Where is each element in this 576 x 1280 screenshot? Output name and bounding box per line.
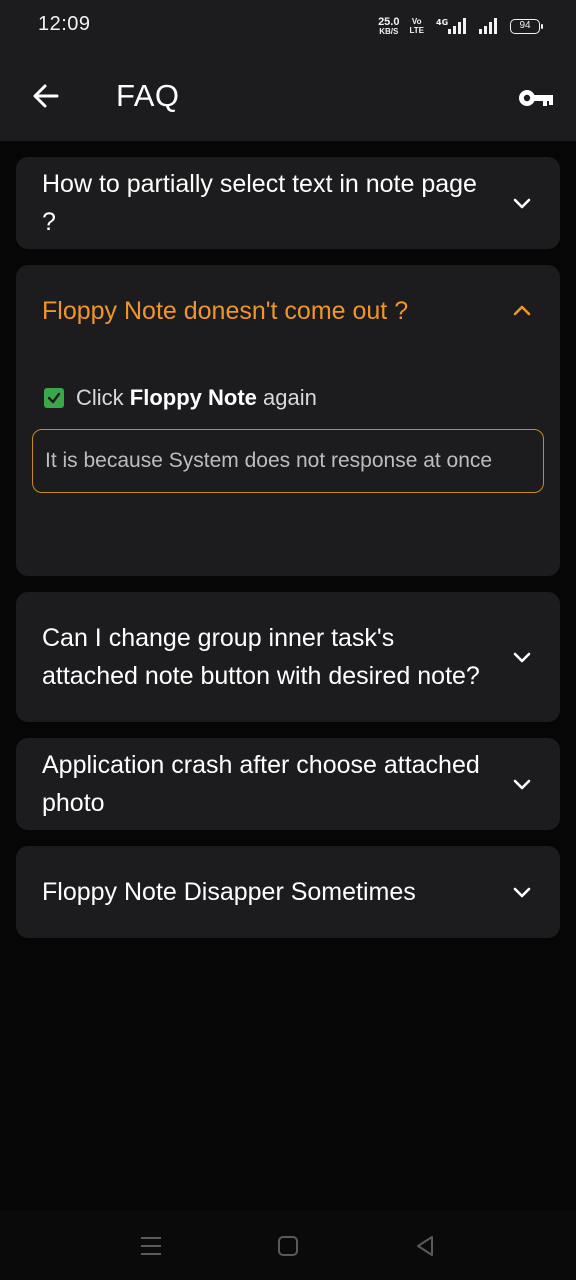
faq-item[interactable]: Can I change group inner task's attached…: [16, 592, 560, 722]
key-button[interactable]: [514, 78, 558, 118]
volte-bottom: LTE: [409, 26, 424, 35]
faq-question: Application crash after choose attached …: [42, 751, 480, 817]
faq-header[interactable]: Application crash after choose attached …: [16, 738, 560, 830]
faq-header[interactable]: Floppy Note Disapper Sometimes: [16, 846, 560, 938]
faq-item[interactable]: Floppy Note Disapper Sometimes: [16, 846, 560, 938]
faq-header[interactable]: How to partially select text in note pag…: [16, 157, 560, 249]
net-speed-value: 25.0: [378, 15, 400, 28]
arrow-left-icon: [33, 84, 59, 108]
faq-item-expanded[interactable]: Floppy Note donesn't come out ? Click Fl…: [16, 265, 560, 576]
battery-icon: 94: [510, 18, 543, 34]
faq-question: Floppy Note donesn't come out ?: [42, 297, 409, 325]
faq-list: How to partially select text in note pag…: [16, 157, 560, 954]
check-icon: [47, 392, 61, 404]
answer-text: Click Floppy Note again: [76, 385, 317, 411]
signal-4g-icon: 4G: [436, 18, 466, 34]
chevron-up-icon[interactable]: [510, 299, 534, 323]
system-nav-bar: [0, 1210, 576, 1280]
chevron-down-icon[interactable]: [510, 191, 534, 215]
checkbox-checked-icon: [44, 388, 64, 408]
faq-header[interactable]: Floppy Note donesn't come out ?: [16, 265, 560, 357]
answer-prefix: Click: [76, 385, 130, 410]
faq-item[interactable]: Application crash after choose attached …: [16, 738, 560, 830]
home-icon[interactable]: [274, 1232, 302, 1260]
answer-bold: Floppy Note: [129, 385, 257, 410]
answer-row: Click Floppy Note again: [16, 385, 560, 411]
page-title: FAQ: [116, 78, 180, 113]
back-triangle-icon[interactable]: [411, 1232, 439, 1260]
volte-icon: Vo LTE: [409, 17, 424, 35]
chevron-down-icon[interactable]: [510, 880, 534, 904]
key-icon: [519, 90, 553, 106]
status-bar: 12:09 25.0 KB/S Vo LTE 4G 94: [0, 0, 576, 52]
faq-item[interactable]: How to partially select text in note pag…: [16, 157, 560, 249]
network-type-label: 4G: [436, 18, 448, 27]
back-button[interactable]: [26, 76, 66, 116]
status-icons: 25.0 KB/S Vo LTE 4G 94: [378, 14, 543, 38]
answer-note-box: It is because System does not response a…: [32, 429, 544, 493]
status-time: 12:09: [38, 13, 91, 35]
signal-icon: [479, 18, 497, 34]
net-speed-unit: KB/S: [379, 26, 399, 36]
faq-header[interactable]: Can I change group inner task's attached…: [16, 592, 560, 722]
faq-question: Floppy Note Disapper Sometimes: [42, 878, 416, 906]
answer-suffix: again: [256, 385, 317, 410]
faq-question: How to partially select text in note pag…: [42, 170, 477, 236]
faq-question: Can I change group inner task's attached…: [42, 624, 480, 690]
app-bar: FAQ: [0, 52, 576, 141]
chevron-down-icon[interactable]: [510, 772, 534, 796]
chevron-down-icon[interactable]: [510, 645, 534, 669]
volte-top: Vo: [411, 17, 422, 26]
net-speed: 25.0 KB/S: [378, 15, 400, 36]
menu-icon[interactable]: [137, 1232, 165, 1260]
